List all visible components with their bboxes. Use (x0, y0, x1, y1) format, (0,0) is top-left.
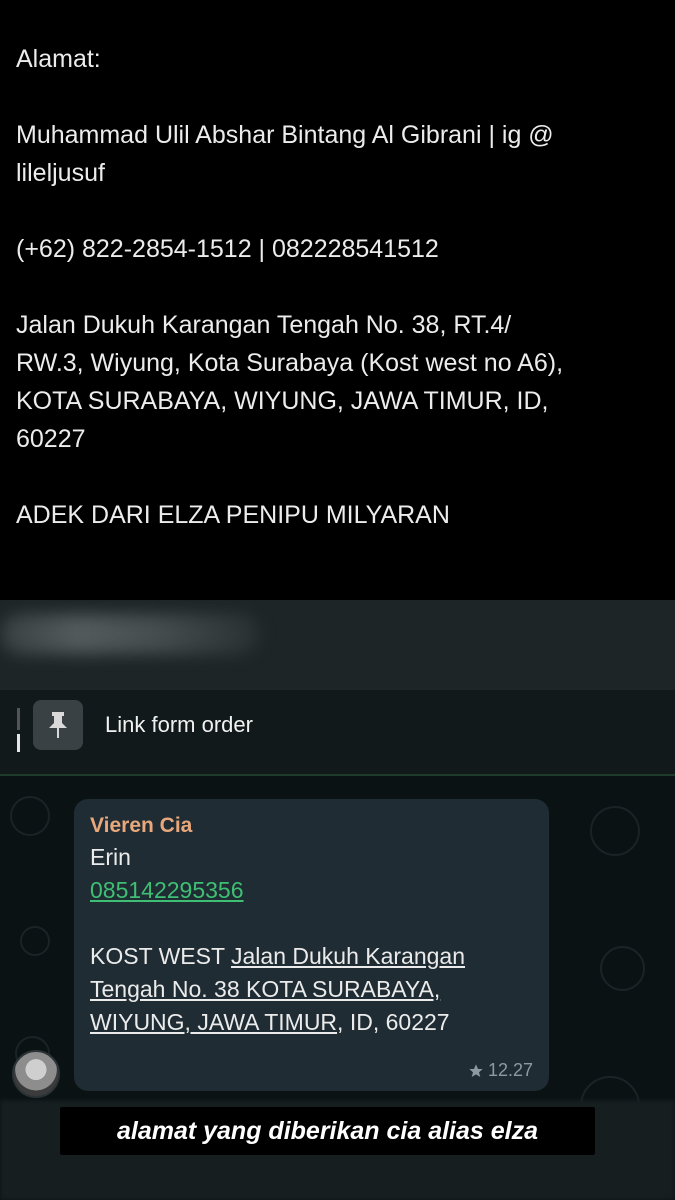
story-text-panel: Alamat: Muhammad Ulil Abshar Bintang Al … (0, 0, 675, 600)
doodle (590, 806, 640, 856)
name-line-2: lileljusuf (16, 159, 105, 187)
address-label: Alamat: (16, 45, 101, 73)
phone-line: (+62) 822-2854-1512 | 082228541512 (16, 235, 439, 263)
pin-indicator-track (17, 708, 20, 730)
blurred-contact-name (0, 614, 260, 654)
pinned-message-bar[interactable]: Link form order (0, 690, 675, 776)
pin-icon (49, 712, 67, 738)
address-link-line-3[interactable]: WIYUNG, JAWA TIMUR (90, 1009, 337, 1035)
message-timestamp: 12.27 (487, 1060, 533, 1080)
address-link-line-2[interactable]: Tengah No. 38 KOTA SURABAYA, (90, 976, 440, 1002)
doodle (20, 926, 50, 956)
story-caption: alamat yang diberikan cia alias elza (60, 1107, 595, 1155)
message-sender[interactable]: Vieren Cia (90, 811, 533, 841)
address-suffix: , ID, 60227 (337, 1009, 450, 1035)
address-line-4: 60227 (16, 425, 86, 453)
pin-icon-box (33, 700, 83, 750)
accusation-text: ADEK DARI ELZA PENIPU MILYARAN (16, 501, 450, 529)
address-line-1: Jalan Dukuh Karangan Tengah No. 38, RT.4… (16, 311, 512, 339)
address-prefix: KOST WEST (90, 943, 232, 969)
doodle (600, 946, 645, 991)
message-time: 12.27 (468, 1060, 533, 1081)
chat-header (0, 600, 675, 690)
message-bubble[interactable]: Vieren Cia Erin 085142295356 KOST WEST J… (74, 799, 549, 1091)
address-line-3: KOTA SURABAYA, WIYUNG, JAWA TIMUR, ID, (16, 387, 549, 415)
caption-text: alamat yang diberikan cia alias elza (116, 1116, 539, 1145)
avatar[interactable] (12, 1050, 60, 1098)
message-line-name: Erin (90, 844, 131, 870)
doodle (10, 796, 50, 836)
star-icon (469, 1063, 483, 1077)
pin-indicator-active (17, 734, 20, 752)
address-link-line-1[interactable]: Jalan Dukuh Karangan (231, 943, 465, 969)
name-line-1: Muhammad Ulil Abshar Bintang Al Gibrani … (16, 121, 554, 149)
address-line-2: RW.3, Wiyung, Kota Surabaya (Kost west n… (16, 349, 564, 377)
pinned-message-label: Link form order (105, 712, 253, 737)
phone-link[interactable]: 085142295356 (90, 877, 244, 903)
